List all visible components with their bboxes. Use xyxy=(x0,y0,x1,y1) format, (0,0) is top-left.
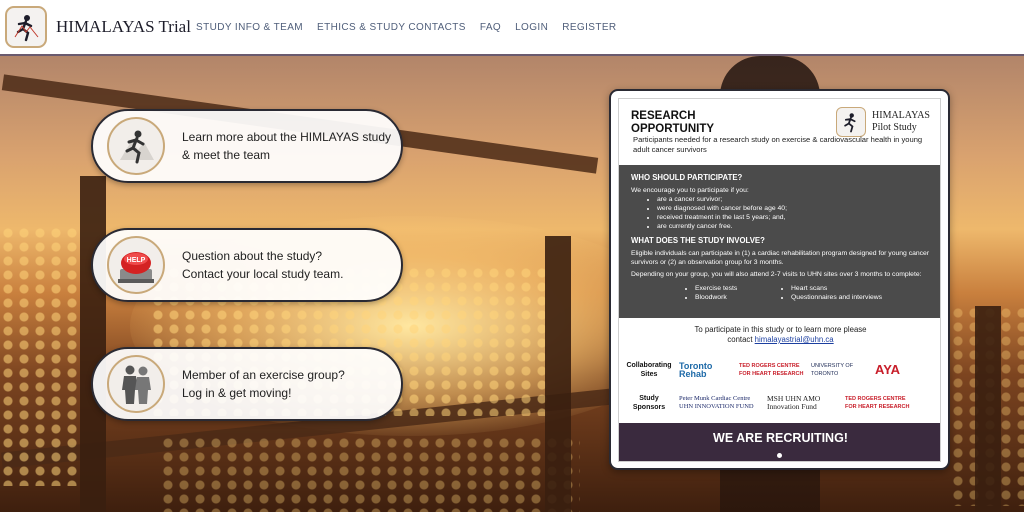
runner-icon xyxy=(844,113,856,133)
row-label: Study xyxy=(639,395,659,402)
card-title: Member of an exercise group? xyxy=(182,368,345,382)
logo-text: HIMALAYAS xyxy=(872,110,930,121)
list-item: are currently cancer free. xyxy=(657,222,930,231)
activity-columns: Exercise tests Bloodwork Heart scans Que… xyxy=(695,284,930,302)
study-sponsors-row: Study Sponsors Peter Munk Cardiac Centre… xyxy=(625,394,937,412)
collaborating-sites-row: Collaborating Sites Toronto Rehab TED RO… xyxy=(625,361,937,379)
railing-post xyxy=(80,176,106,512)
people-icon xyxy=(122,365,151,404)
card-title: Learn more about the HIMLAYAS study xyxy=(182,130,391,144)
section-text: Depending on your group, you will also a… xyxy=(631,271,922,278)
card-icon-circle xyxy=(107,355,165,413)
section-heading: WHO SHOULD PARTICIPATE? xyxy=(631,173,743,182)
runner-icon xyxy=(120,130,154,164)
recruiting-banner[interactable]: WE ARE RECRUITING! xyxy=(619,423,940,461)
flyer-content: RESEARCH OPPORTUNITY HIMALAYAS Pilot Stu… xyxy=(618,98,941,462)
contact-prefix: contact xyxy=(727,335,753,344)
card-subtitle: Log in & get moving! xyxy=(182,386,292,400)
railing-post xyxy=(545,236,571,512)
mesh-panel-lower xyxy=(160,436,580,512)
nav-study-info[interactable]: STUDY INFO & TEAM xyxy=(196,22,303,33)
site-title[interactable]: HIMALAYAS Trial xyxy=(56,17,191,37)
contact-team-card[interactable]: HELP Question about the study? Contact y… xyxy=(91,228,403,302)
section-text: We encourage you to participate if you: xyxy=(631,187,749,194)
row-label: Collaborating xyxy=(626,362,672,369)
nav-faq[interactable]: FAQ xyxy=(480,22,501,33)
eligibility-list: are a cancer survivor; were diagnosed wi… xyxy=(657,195,930,231)
logo-text: Pilot Study xyxy=(872,122,917,133)
flyer-heading: RESEARCH xyxy=(631,110,696,122)
row-label: Sponsors xyxy=(632,404,666,411)
ted-rogers-logo: TED ROGERS CENTRE FOR HEART RESEARCH xyxy=(739,363,804,377)
nav-register[interactable]: REGISTER xyxy=(562,22,616,33)
help-button-icon: HELP xyxy=(118,252,154,283)
exercise-group-card[interactable]: Member of an exercise group? Log in & ge… xyxy=(91,347,403,421)
contact-text: To participate in this study or to learn… xyxy=(694,325,867,334)
list-item: are a cancer survivor; xyxy=(657,195,930,204)
card-subtitle: & meet the team xyxy=(182,148,271,162)
ted-rogers-logo: TED ROGERS CENTRE FOR HEART RESEARCH xyxy=(845,396,910,410)
list-item: Exercise tests xyxy=(695,284,791,293)
row-label: Sites xyxy=(640,371,658,378)
banner-text: WE ARE RECRUITING! xyxy=(713,431,848,445)
site-logo[interactable] xyxy=(5,6,47,48)
carousel-dot[interactable] xyxy=(777,453,782,458)
list-item: Bloodwork xyxy=(695,293,791,302)
pilot-study-logo: HIMALAYAS Pilot Study xyxy=(836,107,930,137)
mesh-panel-left xyxy=(0,226,80,486)
section-text: Eligible individuals can participate in … xyxy=(631,250,930,266)
nav-ethics-contacts[interactable]: ETHICS & STUDY CONTACTS xyxy=(317,22,466,33)
flyer-header: RESEARCH OPPORTUNITY HIMALAYAS Pilot Stu… xyxy=(619,99,940,165)
msh-uhn-amo-logo: MSH UHN AMO Innovation Fund xyxy=(767,394,821,411)
flyer-intro: Participants needed for a research study… xyxy=(633,135,923,154)
study-info-card[interactable]: Learn more about the HIMLAYAS study & me… xyxy=(91,109,403,183)
svg-text:HELP: HELP xyxy=(127,257,146,264)
card-icon-circle xyxy=(107,117,165,175)
card-icon-circle: HELP xyxy=(107,236,165,294)
contact-email-link[interactable]: himalayastrial@uhn.ca xyxy=(755,335,834,344)
eligibility-section: WHO SHOULD PARTICIPATE? We encourage you… xyxy=(619,165,940,318)
site-header: HIMALAYAS Trial STUDY INFO & TEAM ETHICS… xyxy=(0,0,1024,56)
aya-logo: AYA xyxy=(875,362,901,377)
recruitment-flyer[interactable]: RESEARCH OPPORTUNITY HIMALAYAS Pilot Stu… xyxy=(609,89,950,470)
contact-info: To participate in this study or to learn… xyxy=(619,325,940,345)
section-heading: WHAT DOES THE STUDY INVOLVE? xyxy=(631,236,765,245)
list-item: Heart scans xyxy=(791,284,921,293)
university-of-toronto-logo: UNIVERSITY OF TORONTO xyxy=(811,363,854,377)
card-subtitle: Contact your local study team. xyxy=(182,267,344,281)
list-item: received treatment in the last 5 years; … xyxy=(657,213,930,222)
toronto-rehab-logo: Toronto Rehab xyxy=(679,361,713,379)
railing-post xyxy=(975,306,1001,512)
list-item: Questionnaires and interviews xyxy=(791,293,921,302)
list-item: were diagnosed with cancer before age 40… xyxy=(657,204,930,213)
nav-login[interactable]: LOGIN xyxy=(515,22,548,33)
runner-icon xyxy=(14,15,39,42)
peter-munk-logo: Peter Munk Cardiac Centre UHN INNOVATION… xyxy=(679,395,754,410)
card-title: Question about the study? xyxy=(182,249,323,263)
main-nav: STUDY INFO & TEAM ETHICS & STUDY CONTACT… xyxy=(196,22,631,33)
